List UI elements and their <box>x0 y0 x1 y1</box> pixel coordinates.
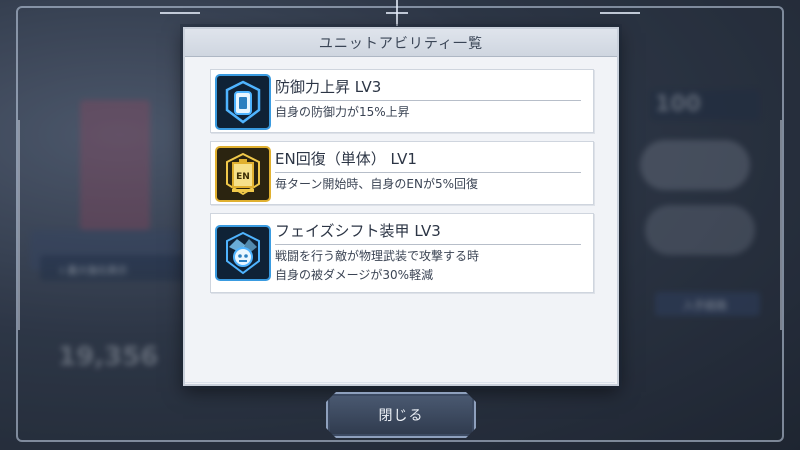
ability-name: EN回復（単体） LV1 <box>275 148 581 173</box>
ability-description: 自身の防御力が15%上昇 <box>275 105 410 119</box>
close-button[interactable]: 閉じる <box>326 392 476 438</box>
shield-icon <box>215 74 271 130</box>
footer-divider <box>183 382 615 383</box>
close-button-label: 閉じる <box>378 408 424 424</box>
frame-tick <box>386 12 408 14</box>
frame-side-line <box>18 120 20 330</box>
ability-description: 毎ターン開始時、自身のENが5%回復 <box>275 177 478 191</box>
ability-description: 戦闘を行う敵が物理武装で攻撃する時 自身の被ダメージが30%軽減 <box>275 247 593 285</box>
ability-name: 防御力上昇 LV3 <box>275 76 581 101</box>
armor-robot-icon <box>215 225 271 281</box>
frame-tick <box>600 12 640 14</box>
ability-list: 防御力上昇 LV3 自身の防御力が15%上昇 EN EN回復（単体） LV1 毎… <box>210 69 594 301</box>
ability-item[interactable]: 防御力上昇 LV3 自身の防御力が15%上昇 <box>210 69 594 133</box>
en-battery-icon: EN <box>215 146 271 202</box>
ability-item[interactable]: フェイズシフト装甲 LV3 戦闘を行う敵が物理武装で攻撃する時 自身の被ダメージ… <box>210 213 594 293</box>
svg-text:EN: EN <box>236 172 250 182</box>
ability-item[interactable]: EN EN回復（単体） LV1 毎ターン開始時、自身のENが5%回復 <box>210 141 594 205</box>
frame-side-line <box>780 120 782 330</box>
ability-description-line: 自身の被ダメージが30%軽減 <box>275 268 434 282</box>
frame-tick <box>160 12 200 14</box>
ability-description-line: 戦闘を行う敵が物理武装で攻撃する時 <box>275 249 480 263</box>
ability-name: フェイズシフト装甲 LV3 <box>275 220 581 245</box>
ability-list-dialog: ユニットアビリティ一覧 防御力上昇 LV3 自身の防御力が15%上昇 EN EN… <box>183 27 619 386</box>
dialog-header: ユニットアビリティ一覧 <box>185 29 617 57</box>
dialog-title: ユニットアビリティ一覧 <box>318 35 484 52</box>
